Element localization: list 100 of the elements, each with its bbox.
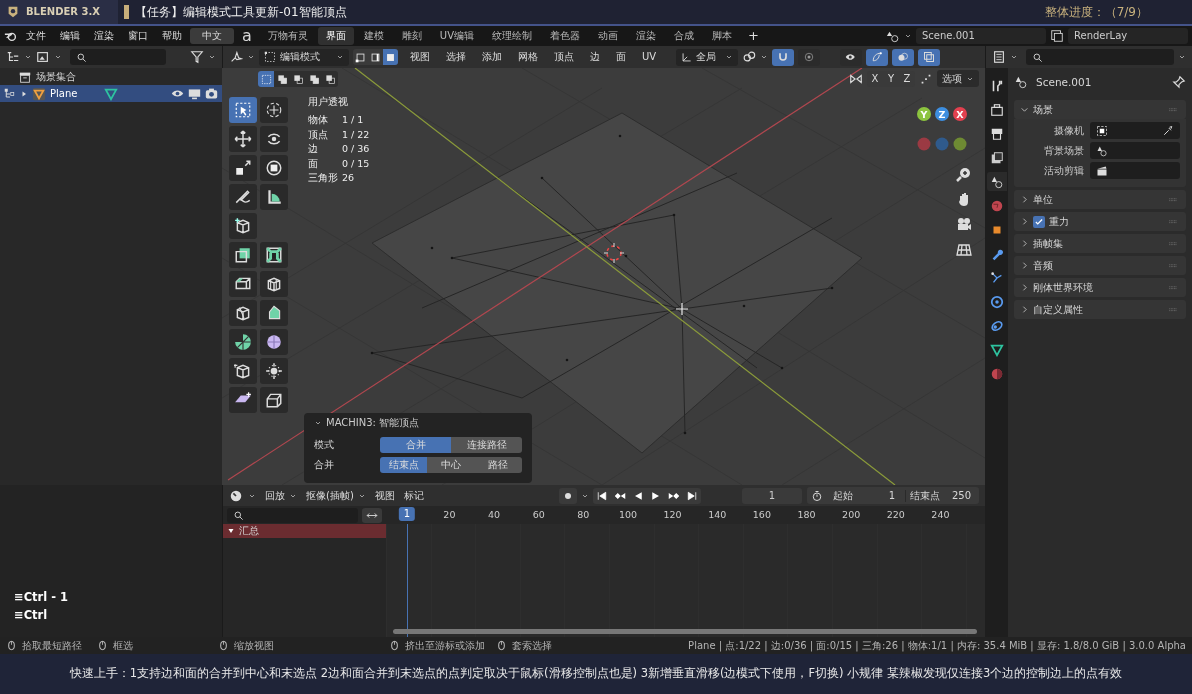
playhead[interactable]: 1 xyxy=(398,507,416,521)
menu-dropdown[interactable]: 抠像(插帧) xyxy=(306,489,366,502)
tool-button[interactable] xyxy=(260,358,288,384)
camera-button[interactable] xyxy=(956,215,974,233)
tool-button[interactable] xyxy=(260,242,288,268)
menu-item[interactable]: 编辑 xyxy=(54,30,86,42)
view-layer-field[interactable]: RenderLay xyxy=(1068,28,1188,44)
workspace-tab[interactable]: 界面 xyxy=(317,27,354,45)
visibility-toggle[interactable] xyxy=(840,48,863,66)
menu-item[interactable]: 选择 xyxy=(446,51,466,63)
option-button[interactable]: 合并 xyxy=(380,437,451,453)
workspace-tab[interactable]: 合成 xyxy=(666,27,702,45)
option-button[interactable]: 路径 xyxy=(474,457,522,473)
proportional-toggle[interactable] xyxy=(798,48,821,66)
tool-button[interactable] xyxy=(229,213,257,239)
start-frame-field[interactable]: 起始 1 xyxy=(829,489,899,502)
panel-header[interactable]: 场景 xyxy=(1014,100,1186,119)
workspace-tab[interactable]: UV编辑 xyxy=(431,27,482,45)
menu-item[interactable]: 帮助 xyxy=(156,30,188,42)
menu-item[interactable]: 边 xyxy=(590,51,600,63)
overlay-toggle[interactable] xyxy=(892,48,915,66)
workspace-tab[interactable]: 脚本 xyxy=(704,27,740,45)
workspace-tab[interactable]: 万物有灵 xyxy=(259,27,316,45)
panel-header[interactable]: 刚体世界环境 xyxy=(1014,278,1186,297)
checkbox[interactable] xyxy=(1033,215,1045,228)
tool-button[interactable] xyxy=(229,242,257,268)
axis-toggle[interactable]: Y xyxy=(883,70,899,87)
tool-button[interactable] xyxy=(260,329,288,355)
mode-dropdown[interactable]: 编辑模式 xyxy=(259,48,349,66)
menu-item[interactable]: 文件 xyxy=(20,30,52,42)
app-name: BLENDER 3.X xyxy=(26,6,100,18)
face-select-button[interactable] xyxy=(383,49,398,65)
search-field[interactable] xyxy=(70,49,166,65)
camera-field[interactable] xyxy=(1090,122,1180,139)
scene-field[interactable]: Scene.001 xyxy=(916,28,1046,44)
menu-dropdown[interactable]: 回放 xyxy=(265,489,297,502)
axis-toggle[interactable]: Z xyxy=(899,70,915,87)
menu-item[interactable]: 顶点 xyxy=(554,51,574,63)
menu-item[interactable]: 视图 xyxy=(374,489,395,502)
option-button[interactable]: 连接路径 xyxy=(451,437,522,453)
tool-button[interactable] xyxy=(260,184,288,210)
addon-glyph[interactable]: a xyxy=(236,28,258,44)
panel-header[interactable]: 音频 xyxy=(1014,256,1186,275)
axis-toggle[interactable]: X xyxy=(867,70,883,87)
tool-button[interactable] xyxy=(229,387,257,413)
tool-button[interactable] xyxy=(229,329,257,355)
snap-toggle[interactable] xyxy=(772,48,795,66)
tool-button[interactable] xyxy=(260,155,288,181)
option-button[interactable]: 中心 xyxy=(427,457,475,473)
panel-header[interactable]: 自定义属性 xyxy=(1014,300,1186,319)
menu-item[interactable]: 渲染 xyxy=(88,30,120,42)
tool-button[interactable] xyxy=(229,300,257,326)
panel-header[interactable]: 重力 xyxy=(1014,212,1186,231)
tool-button[interactable] xyxy=(260,387,288,413)
menu-item[interactable]: 窗口 xyxy=(122,30,154,42)
outliner-row[interactable]: Plane xyxy=(0,85,222,102)
language-button[interactable]: 中文 xyxy=(190,28,234,44)
clip-field[interactable] xyxy=(1090,162,1180,179)
tool-button[interactable] xyxy=(229,358,257,384)
tool-button[interactable] xyxy=(260,97,288,123)
tool-button[interactable] xyxy=(260,300,288,326)
workspace-tab[interactable]: 纹理绘制 xyxy=(484,27,540,45)
menu-item[interactable]: UV xyxy=(642,51,657,63)
tool-button[interactable] xyxy=(260,126,288,152)
sync-button[interactable] xyxy=(362,507,382,523)
menu-item[interactable]: 添加 xyxy=(482,51,502,63)
option-button[interactable]: 结束点 xyxy=(380,457,428,473)
scene-field[interactable] xyxy=(1090,142,1180,159)
gizmo-toggle[interactable] xyxy=(866,48,889,66)
menu-item[interactable]: 视图 xyxy=(410,51,430,63)
panel-header[interactable]: 插帧集 xyxy=(1014,234,1186,253)
menu-item[interactable]: 网格 xyxy=(518,51,538,63)
current-frame-field[interactable]: 1 xyxy=(742,487,802,504)
tool-button[interactable] xyxy=(229,126,257,152)
workspace-tab[interactable]: 着色器 xyxy=(542,27,588,45)
options-dropdown[interactable]: 选项 xyxy=(937,70,979,87)
panel-header[interactable]: 单位 xyxy=(1014,190,1186,209)
menu-item[interactable]: 面 xyxy=(616,51,626,63)
workspace-tab[interactable]: 动画 xyxy=(590,27,626,45)
tool-button[interactable] xyxy=(229,184,257,210)
jump-start-button[interactable] xyxy=(592,487,611,504)
record-button[interactable] xyxy=(558,487,577,504)
xray-toggle[interactable] xyxy=(918,48,941,66)
tool-button[interactable] xyxy=(229,155,257,181)
search-field[interactable] xyxy=(1026,49,1174,65)
tool-button[interactable] xyxy=(260,271,288,297)
workspace-tab[interactable]: 渲染 xyxy=(628,27,664,45)
negative-axis-handles[interactable] xyxy=(917,137,967,151)
properties-tab[interactable] xyxy=(986,172,1007,191)
channel-row[interactable]: 汇总 xyxy=(223,524,386,538)
end-frame-field[interactable]: 结束点 250 xyxy=(905,489,975,502)
tool-button[interactable] xyxy=(229,271,257,297)
add-workspace-button[interactable]: + xyxy=(742,28,765,44)
scrollbar[interactable] xyxy=(393,629,977,634)
search-field[interactable] xyxy=(227,507,358,523)
jump-end-button[interactable] xyxy=(682,487,701,504)
orientation-dropdown[interactable]: 全局 xyxy=(676,48,739,66)
workspace-tab[interactable]: 雕刻 xyxy=(393,27,430,45)
workspace-tab[interactable]: 建模 xyxy=(355,27,392,45)
menu-item[interactable]: 标记 xyxy=(403,489,424,502)
